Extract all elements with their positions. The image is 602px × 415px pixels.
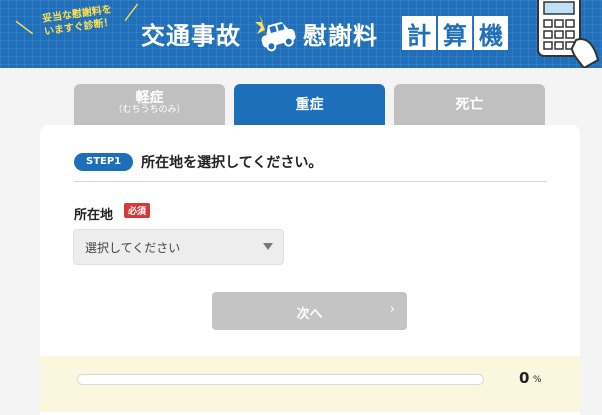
step-header: STEP1 所在地を選択してください。	[74, 152, 322, 172]
step-title: 所在地を選択してください。	[141, 155, 323, 171]
chevron-right-icon: ›	[389, 302, 395, 317]
tab-mild[interactable]: 軽症 （むちうちのみ）	[74, 84, 225, 126]
location-select[interactable]: 選択してください	[73, 229, 284, 265]
tab-severe-label: 重症	[295, 97, 324, 113]
progress-unit: %	[533, 375, 542, 385]
car-crash-icon	[255, 14, 296, 52]
progress-section: 0 %	[40, 356, 580, 412]
calculator-icon	[537, 0, 600, 68]
progress-bar	[77, 374, 484, 385]
tagline: ＼ 妥当な慰謝料を いますぐ診断！ ／	[15, 1, 140, 41]
step-badge: STEP1	[74, 153, 134, 171]
location-select-value: 選択してください	[85, 241, 181, 255]
chevron-down-icon	[263, 243, 273, 250]
title-main: 交通事故	[141, 22, 241, 50]
location-label: 所在地	[74, 208, 114, 223]
progress-value: 0	[519, 369, 530, 387]
tab-mild-label: 軽症	[135, 90, 164, 106]
title-sub: 慰謝料	[303, 22, 378, 50]
next-button-label: 次へ	[296, 307, 323, 322]
header-banner: ＼ 妥当な慰謝料を いますぐ診断！ ／ 交通事故 慰謝料 計 算 機	[0, 0, 602, 68]
title-box-3: 機	[474, 16, 508, 50]
divider	[74, 181, 547, 182]
tab-severe[interactable]: 重症	[234, 84, 385, 126]
tab-death-label: 死亡	[455, 97, 484, 113]
title-boxes: 計 算 機	[402, 16, 508, 50]
tab-death[interactable]: 死亡	[394, 84, 545, 126]
required-badge: 必須	[124, 203, 151, 218]
tab-mild-sublabel: （むちうちのみ）	[113, 105, 186, 115]
tagline-slash-left: ＼	[15, 17, 34, 39]
tagline-slash-right: ／	[122, 2, 141, 24]
title-box-2: 算	[438, 16, 472, 50]
title-box-1: 計	[402, 16, 436, 50]
next-button[interactable]: 次へ ›	[212, 292, 407, 330]
